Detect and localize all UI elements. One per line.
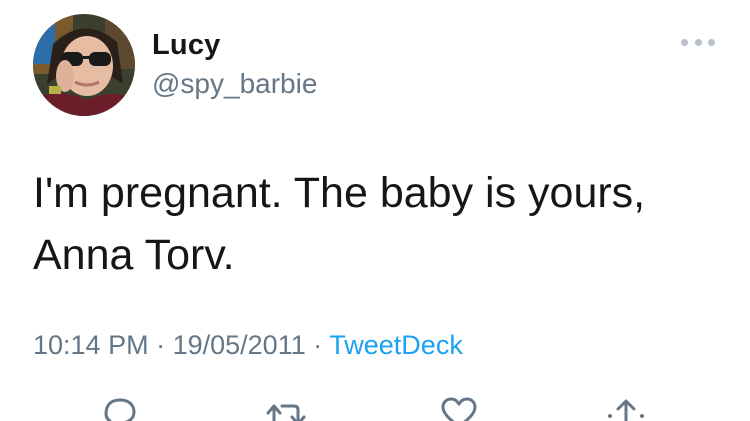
avatar[interactable] [33, 14, 135, 116]
retweet-icon[interactable] [264, 392, 308, 421]
tweet-date[interactable]: 19/05/2011 [173, 330, 306, 360]
author-handle[interactable]: @spy_barbie [152, 68, 317, 100]
tweet-source-link[interactable]: TweetDeck [329, 330, 463, 360]
tweet-time[interactable]: 10:14 PM [33, 330, 149, 360]
like-icon[interactable] [437, 392, 481, 421]
author-name[interactable]: Lucy [152, 29, 221, 62]
more-dot [694, 38, 702, 46]
profile-photo-icon [33, 14, 135, 116]
more-options-icon[interactable] [681, 32, 715, 52]
tweet-card: Lucy @spy_barbie I'm pregnant. The baby … [0, 0, 750, 421]
tweet-text-line: I'm pregnant. The baby is yours, [33, 169, 646, 217]
more-dot [708, 38, 715, 46]
tweet-metadata: 10:14 PM · 19/05/2011 · TweetDeck [33, 330, 463, 361]
tweet-actions [0, 392, 750, 421]
meta-separator: · [313, 330, 330, 360]
share-icon[interactable] [604, 392, 648, 421]
reply-icon[interactable] [98, 392, 142, 421]
meta-separator: · [156, 330, 173, 360]
tweet-text: I'm pregnant. The baby is yours, Anna To… [33, 162, 723, 286]
tweet-text-line: Anna Torv. [33, 231, 235, 279]
more-dot [681, 38, 688, 46]
